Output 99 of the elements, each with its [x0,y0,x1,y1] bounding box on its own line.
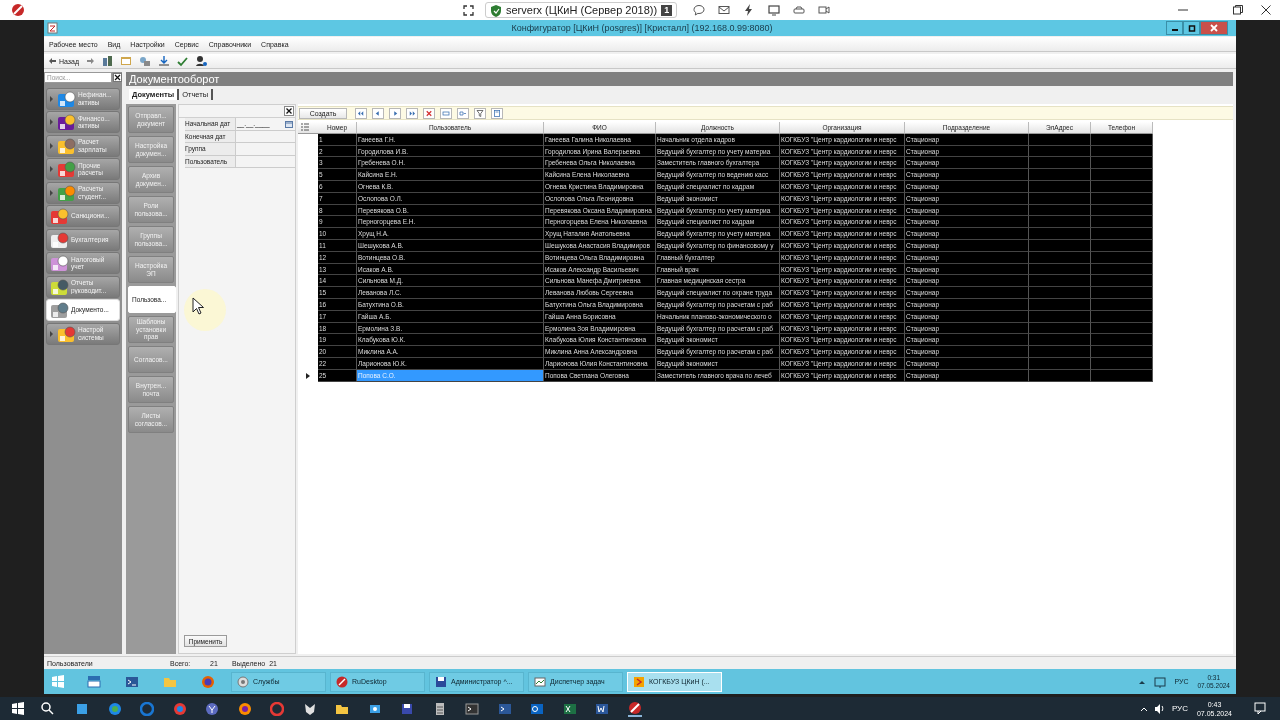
taskbar-app-icon[interactable] [75,701,89,716]
column-chooser-icon[interactable] [300,122,310,133]
forward-icon[interactable] [86,57,96,65]
window-title: Конфигуратор [ЦКиН (posgres)] [Кристалл] (192.168.0.99:8080) [510,23,774,33]
module-icon [49,254,69,272]
logo-icon[interactable] [627,700,642,717]
session-badge: 1 [661,4,673,16]
table-cell [1029,216,1091,229]
language-indicator[interactable]: РУС [1171,704,1188,713]
start-icon[interactable] [12,702,24,715]
table-cell [1091,157,1153,170]
table-cell [1091,287,1153,299]
user-settings-icon[interactable] [195,55,208,67]
table-cell [1029,228,1091,240]
terminal-icon[interactable] [125,674,139,689]
expand-arrow-icon[interactable] [49,94,54,103]
table-cell [1091,346,1153,358]
table-cell [1029,275,1091,288]
edit-field-icon[interactable] [440,107,452,119]
module-icon [49,207,69,225]
close-button[interactable] [1200,21,1228,35]
browser-icon[interactable] [172,701,187,716]
notifications-icon[interactable] [1254,702,1266,715]
app-icon [633,675,645,688]
mail-app-icon[interactable] [530,701,544,716]
expand-arrow-icon[interactable] [49,329,54,338]
module-icon [49,230,69,249]
close-panel-icon[interactable] [284,106,294,116]
app-icon [237,675,249,688]
previous-record-icon[interactable] [372,107,384,119]
last-record-icon[interactable] [406,107,418,119]
table-cell [1029,346,1091,358]
browser-icon[interactable] [107,701,122,716]
expand-arrow-icon[interactable] [49,165,54,173]
car-icon[interactable] [793,4,806,16]
delete-icon[interactable] [423,107,435,119]
module-icon [56,113,76,131]
shield-icon [490,3,502,17]
save-icon[interactable] [400,701,414,716]
back-arrow-icon[interactable] [48,57,57,65]
expand-arrow-icon[interactable] [49,188,54,197]
mouse-cursor-icon [183,288,227,332]
module-icon [56,89,76,108]
module-icon [56,160,76,178]
expand-arrow-icon[interactable] [49,141,54,150]
monitor-icon[interactable] [768,4,781,16]
show-hidden-icons-icon[interactable] [1139,705,1148,712]
table-cell [1091,228,1153,240]
close-icon[interactable] [1260,4,1272,16]
module-icon [56,324,76,343]
checkmark-icon[interactable] [177,55,189,67]
next-record-icon[interactable] [389,107,401,119]
browser-icon[interactable] [201,674,215,689]
download-icon[interactable] [158,55,171,67]
fullscreen-icon[interactable] [463,4,474,16]
module-icon [49,301,69,319]
show-hidden-icons-icon[interactable] [1138,678,1147,685]
terminal-icon[interactable] [465,701,479,716]
first-record-icon[interactable] [355,107,367,119]
browser-icon[interactable] [205,701,219,716]
app-icon [534,675,546,688]
search-icon[interactable] [41,702,54,715]
module-icon [56,183,76,202]
browser-icon[interactable] [237,701,252,716]
mail-icon[interactable] [718,4,731,16]
start-icon[interactable] [52,675,64,688]
table-cell [1091,169,1153,181]
table-cell [1029,334,1091,347]
app-icon [336,675,348,688]
camera-icon[interactable] [818,4,831,16]
table-cell [1091,216,1153,229]
server-manager-icon[interactable] [87,674,101,689]
logo-icon [11,3,25,17]
session-selector[interactable]: serverx (ЦКиН (Сервер 2018)) 1 [485,2,678,18]
table-cell [1029,287,1091,299]
speaker-icon[interactable] [1153,702,1165,715]
spreadsheet-icon[interactable] [562,701,577,716]
filter-icon[interactable] [474,107,486,119]
expand-arrow-icon[interactable] [49,118,54,126]
table-cell [1091,275,1153,288]
terminal-icon[interactable] [497,701,512,716]
table-cell [1091,334,1153,347]
app-icon [47,22,58,34]
module-icon [49,277,69,296]
maximize-icon[interactable] [1232,4,1244,16]
calendar-icon[interactable] [285,119,293,128]
clear-search-icon[interactable] [113,73,122,82]
chat-icon[interactable] [693,4,706,16]
document-icon[interactable] [595,701,609,716]
network-icon[interactable] [1154,675,1167,688]
restore-icon[interactable] [1187,24,1196,32]
table-cell [1029,157,1091,170]
module-icon [56,136,76,155]
restore-button[interactable] [1183,21,1200,35]
module-title: Документооборот [126,72,1233,86]
minimize-button[interactable] [1166,21,1183,35]
fox-icon[interactable] [302,701,317,716]
table-cell [1029,169,1091,181]
app-icon [435,675,447,688]
